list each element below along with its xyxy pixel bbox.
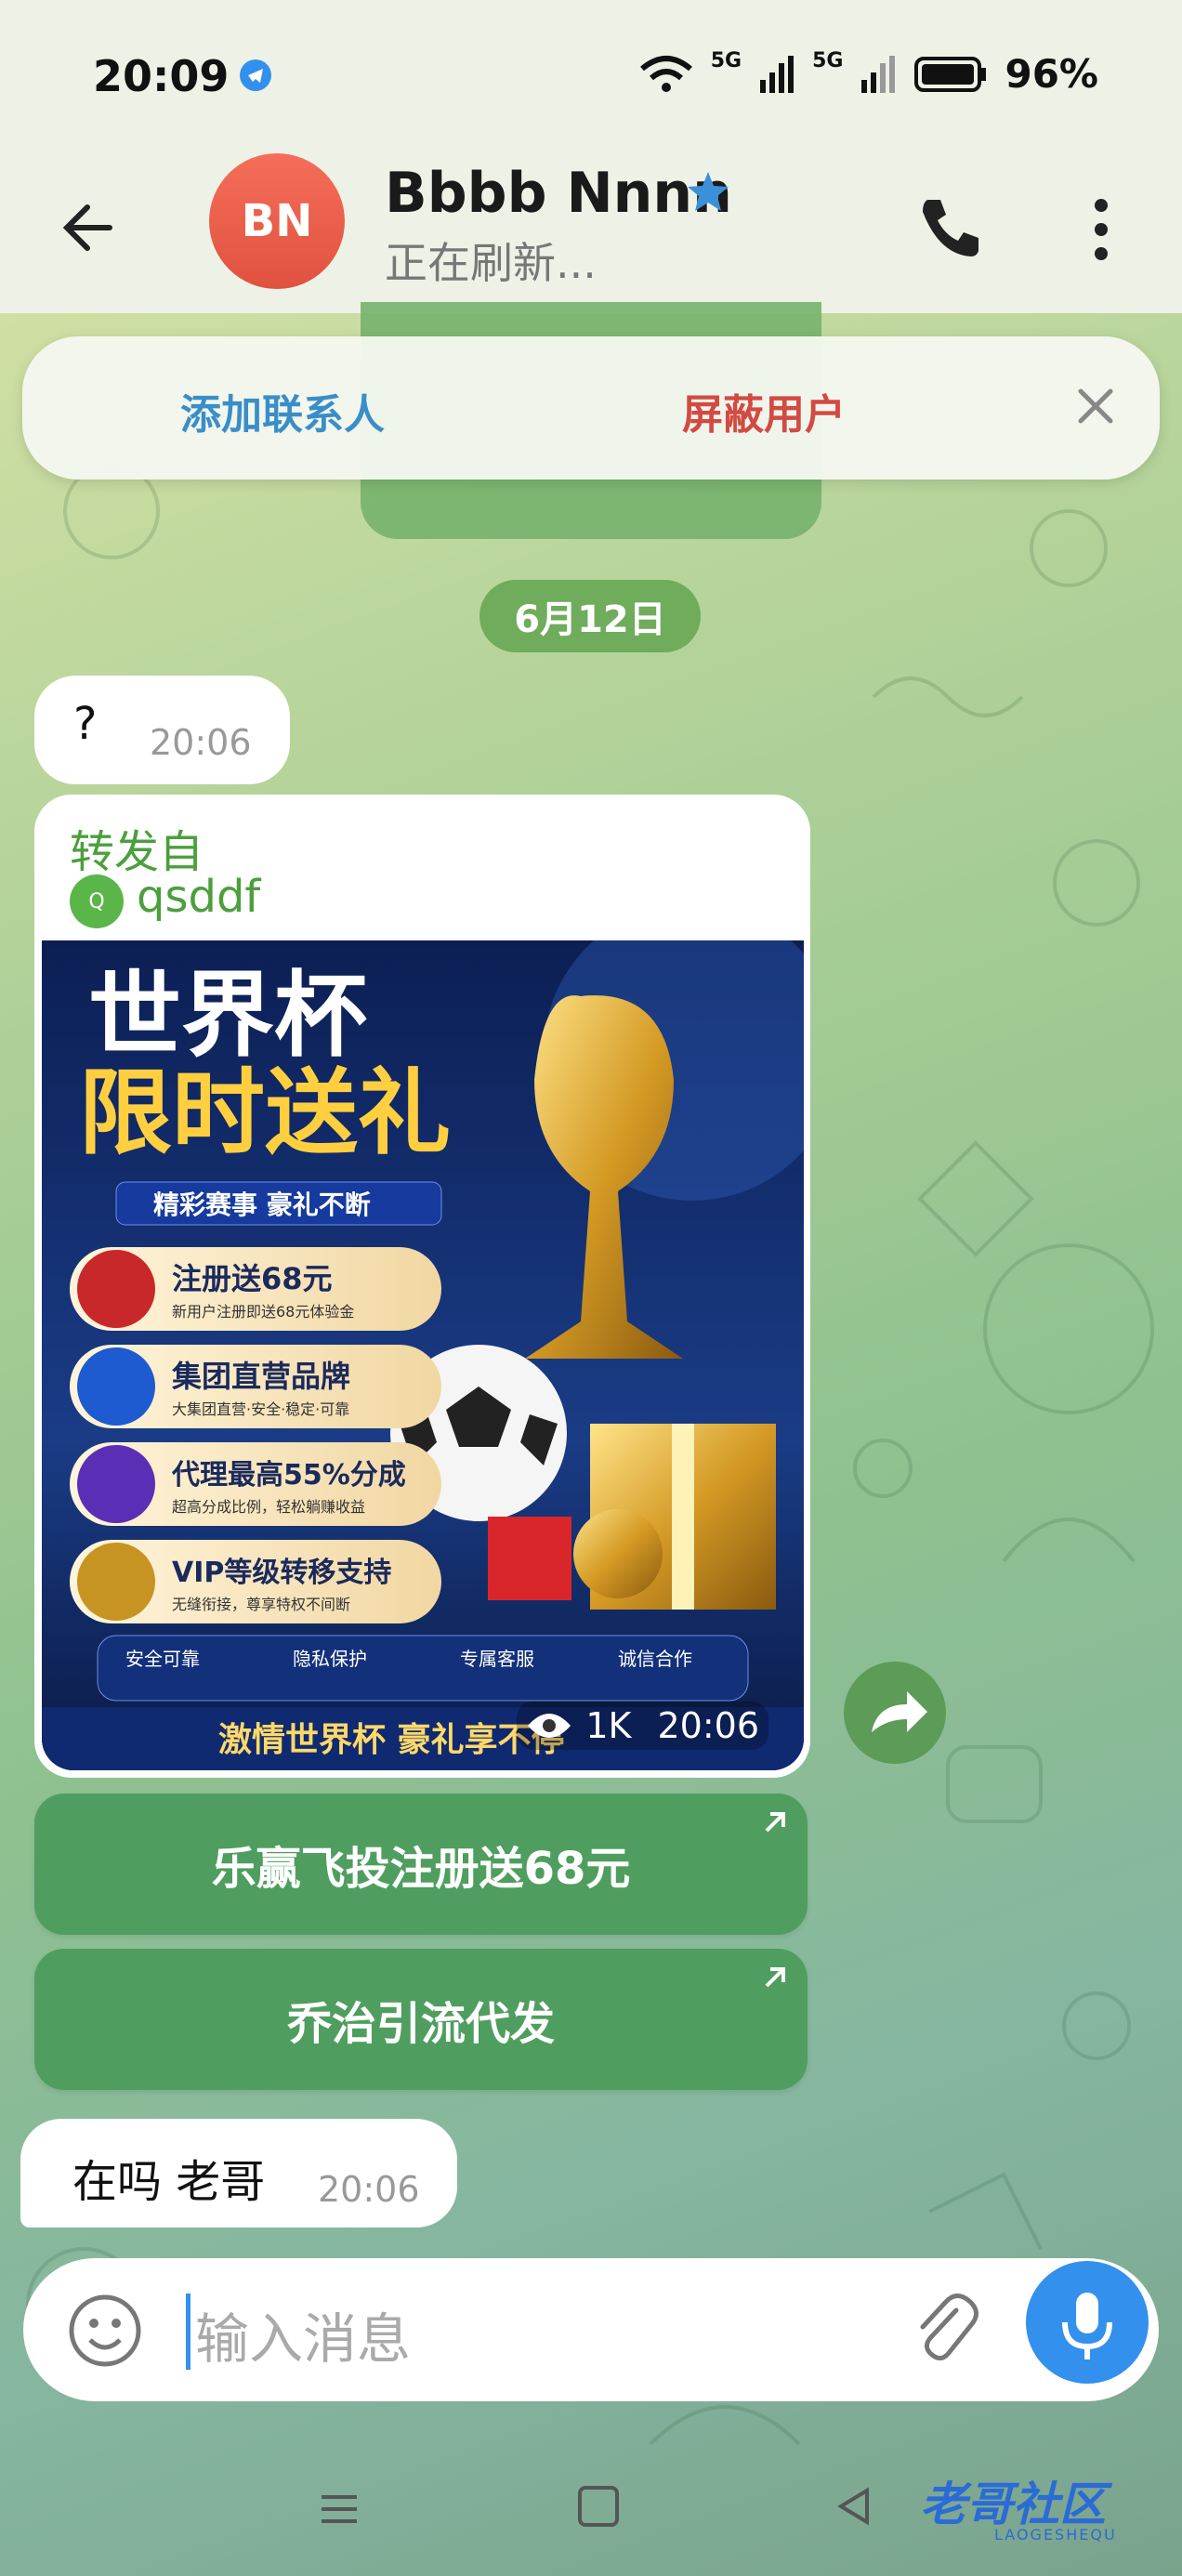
message-input[interactable]: 输入消息 bbox=[195, 2295, 411, 2373]
block-user-button[interactable]: 屏蔽用户 bbox=[682, 381, 846, 440]
message-bubble[interactable]: 在吗 老哥 20:06 bbox=[20, 2119, 457, 2228]
message-text: ? bbox=[73, 698, 98, 750]
mic-icon bbox=[1062, 2293, 1112, 2359]
add-contact-button[interactable]: 添加联系人 bbox=[180, 381, 385, 440]
battery-percent: 96% bbox=[1005, 51, 1098, 97]
feature-4: VIP等级转移支持 bbox=[172, 1557, 391, 1589]
chat-screen: 20:09 5G 5G 96% BN Bbbb Nnnn 正在刷新... 添加联… bbox=[0, 0, 1182, 2576]
feature-1: 注册送68元 bbox=[172, 1261, 333, 1296]
signal-5g-2-icon: 5G bbox=[812, 49, 844, 72]
chat-header: BN Bbbb Nnnn 正在刷新... bbox=[0, 153, 1182, 313]
phone-icon[interactable] bbox=[911, 189, 985, 263]
avatar[interactable]: BN bbox=[209, 153, 345, 289]
inline-button-register[interactable]: 乐赢飞投注册送68元 bbox=[34, 1794, 808, 1935]
watermark-logo: 老哥社区 bbox=[920, 2477, 1106, 2531]
signal-5g-icon: 5G bbox=[710, 49, 742, 72]
attach-icon[interactable] bbox=[906, 2290, 984, 2368]
forwarded-source-name[interactable]: qsddf bbox=[137, 871, 260, 923]
external-link-icon bbox=[765, 1812, 785, 1833]
clock: 20:09 bbox=[93, 51, 230, 101]
more-menu-icon[interactable] bbox=[1078, 192, 1124, 267]
poster-graphic: 世界杯 限时送礼 精彩赛事 豪礼不断 注册送68元 新用户注册即送68元体验金 … bbox=[42, 940, 804, 1770]
forwarded-time: 20:06 bbox=[657, 1705, 759, 1746]
close-icon[interactable] bbox=[1068, 378, 1123, 434]
nav-back-icon[interactable] bbox=[832, 2483, 878, 2530]
mic-button[interactable] bbox=[1026, 2261, 1149, 2384]
poster-subtitle: 精彩赛事 豪礼不断 bbox=[153, 1189, 371, 1220]
watermark-sub: LAOGESHEQU bbox=[994, 2526, 1117, 2543]
view-count: 1K bbox=[585, 1705, 632, 1746]
feature-4-desc: 无缝衔接，尊享特权不间断 bbox=[172, 1596, 350, 1613]
date-separator: 6月12日 bbox=[479, 580, 701, 652]
home-icon[interactable] bbox=[578, 2486, 619, 2527]
feature-2-desc: 大集团直营·安全·稳定·可靠 bbox=[172, 1400, 349, 1418]
promo-poster-image[interactable]: 世界杯 限时送礼 精彩赛事 豪礼不断 注册送68元 新用户注册即送68元体验金 … bbox=[42, 940, 804, 1770]
forwarded-message[interactable]: 转发自 Q qsddf 世界杯 限时送礼 精彩赛事 豪礼不断 注册送68元 新用… bbox=[34, 795, 810, 1778]
feature-2: 集团直营品牌 bbox=[171, 1359, 350, 1394]
telegram-notification-icon bbox=[240, 59, 271, 91]
poster-title-2: 限时送礼 bbox=[79, 1058, 451, 1167]
message-text: 在吗 老哥 bbox=[72, 2156, 266, 2208]
inline-button-promo[interactable]: 乔治引流代发 bbox=[34, 1949, 808, 2090]
inline-button-label: 乐赢飞投注册送68元 bbox=[211, 1843, 631, 1895]
contact-action-bar: 添加联系人 屏蔽用户 bbox=[22, 336, 1160, 480]
inline-button-label: 乔治引流代发 bbox=[286, 1998, 555, 2050]
badge-2: 隐私保护 bbox=[293, 1648, 367, 1670]
premium-star-icon bbox=[688, 172, 729, 211]
share-button[interactable] bbox=[844, 1662, 946, 1764]
badge-3: 专属客服 bbox=[460, 1648, 534, 1670]
external-link-icon bbox=[765, 1967, 785, 1988]
feature-3: 代理最高55%分成 bbox=[171, 1459, 406, 1492]
feature-3-desc: 超高分成比例，轻松躺赚收益 bbox=[172, 1498, 365, 1516]
share-arrow-icon bbox=[872, 1691, 927, 1732]
signal-bars-icon bbox=[760, 55, 795, 93]
contact-status: 正在刷新... bbox=[385, 238, 597, 288]
emoji-icon[interactable] bbox=[66, 2292, 144, 2370]
source-avatar: Q bbox=[70, 874, 124, 928]
message-time: 20:06 bbox=[150, 722, 252, 763]
wifi-icon bbox=[639, 55, 692, 92]
status-bar: 20:09 5G 5G 96% bbox=[0, 0, 1182, 153]
contact-name[interactable]: Bbbb Nnnn bbox=[385, 161, 732, 226]
battery-icon bbox=[914, 56, 987, 92]
recents-icon[interactable] bbox=[316, 2486, 362, 2532]
eye-icon bbox=[528, 1714, 571, 1738]
back-arrow-icon[interactable] bbox=[56, 191, 130, 265]
feature-1-desc: 新用户注册即送68元体验金 bbox=[172, 1303, 354, 1321]
signal-bars-2-icon bbox=[861, 55, 896, 93]
badge-1: 安全可靠 bbox=[125, 1648, 200, 1670]
badge-4: 诚信合作 bbox=[618, 1648, 692, 1670]
views-and-time: 1K 20:06 bbox=[517, 1702, 768, 1750]
message-time: 20:06 bbox=[318, 2169, 420, 2210]
status-icons: 5G 5G 96% bbox=[638, 49, 1098, 97]
text-cursor bbox=[186, 2293, 190, 2370]
message-input-bar: 输入消息 bbox=[23, 2258, 1159, 2401]
message-bubble[interactable]: ? 20:06 bbox=[34, 676, 290, 784]
poster-title-1: 世界杯 bbox=[88, 961, 367, 1070]
poster-footer: 激情世界杯 豪礼享不停 bbox=[218, 1721, 565, 1759]
